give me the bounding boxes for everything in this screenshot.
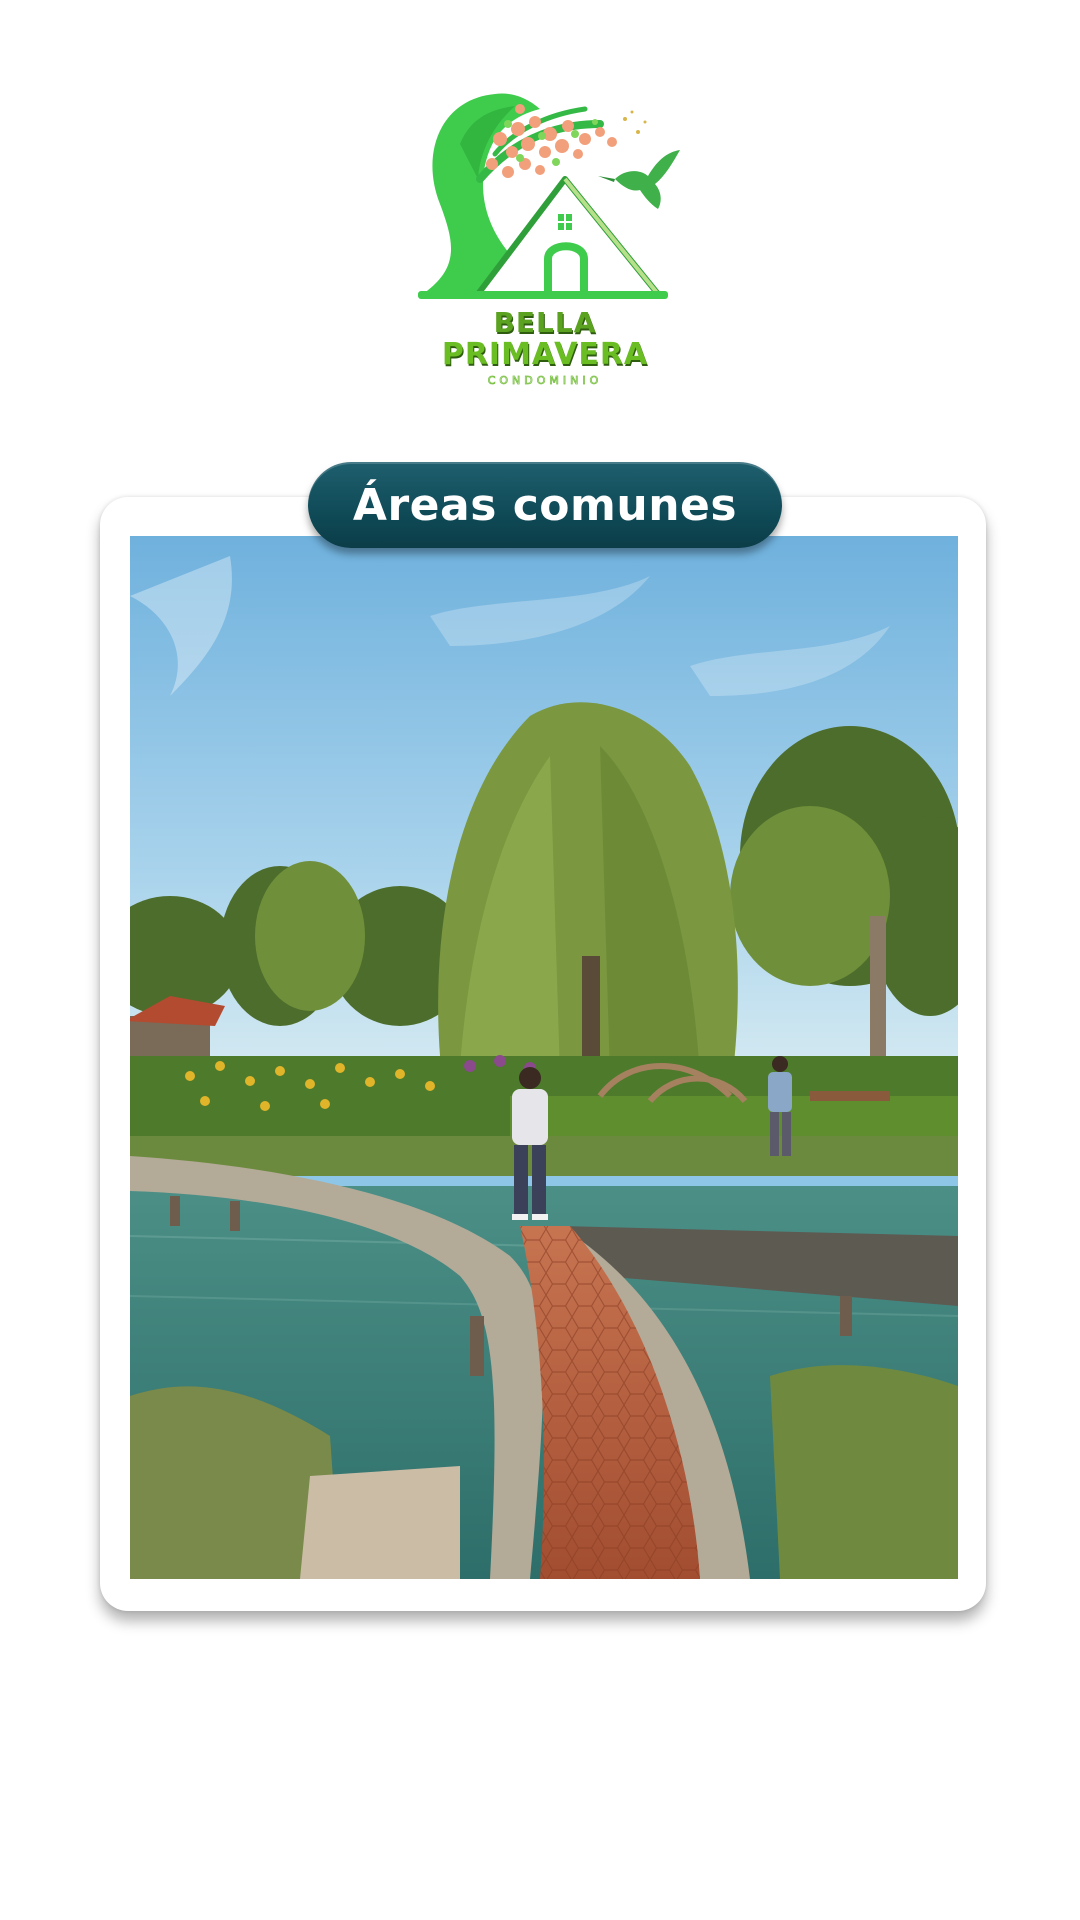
garden-scene — [130, 536, 958, 1579]
brand-name-line1: BELLA — [493, 306, 597, 339]
brand-name-line2: PRIMAVERA — [441, 337, 649, 372]
section-title: Áreas comunes — [352, 479, 738, 531]
hummingbird-icon — [598, 150, 680, 209]
garden-walkway-image — [130, 536, 958, 1579]
section-title-pill: Áreas comunes — [308, 462, 782, 548]
house-icon — [475, 176, 661, 297]
brand-tagline: CONDOMINIO — [487, 374, 603, 388]
tree-house-logo-icon — [418, 93, 680, 299]
brand-logo: BELLA PRIMAVERA CONDOMINIO — [400, 84, 690, 388]
